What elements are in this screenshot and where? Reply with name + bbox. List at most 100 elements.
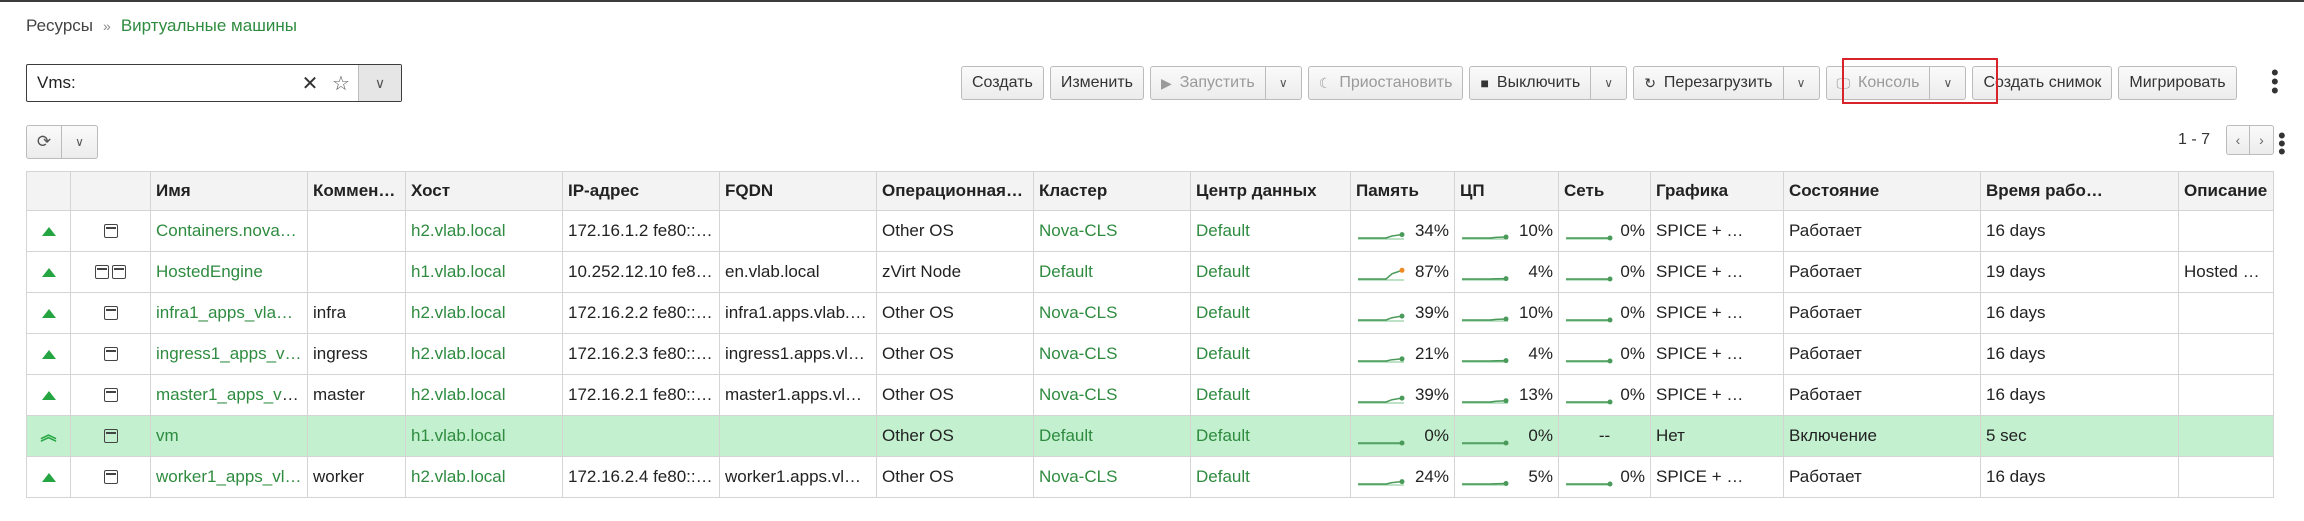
table-row[interactable]: ︽ vm h1.vlab.local Other OS Default Default 0%…	[26, 415, 2274, 457]
usage-sparkline	[1462, 234, 1509, 240]
datacenter-link[interactable]: Default	[1196, 385, 1250, 404]
reboot-button[interactable]: ↻ Перезагрузить	[1633, 66, 1784, 100]
col-ip[interactable]: IP-адрес	[562, 171, 720, 211]
snapshot-button[interactable]: Создать снимок	[1972, 66, 2113, 100]
refresh-button[interactable]: ⟳	[26, 125, 62, 159]
table-row[interactable]: infra1_apps_vla… infra h2.vlab.local 172.16…	[26, 292, 2274, 334]
bookmark-star-icon[interactable]: ☆	[324, 71, 358, 96]
vm-name-link[interactable]: worker1_apps_vl…	[156, 467, 302, 486]
search-dropdown-button[interactable]: ∨	[358, 65, 401, 101]
cluster-link[interactable]: Nova-CLS	[1039, 467, 1117, 486]
clear-icon[interactable]: ✕	[296, 71, 324, 96]
host-link[interactable]: h1.vlab.local	[411, 426, 506, 445]
uptime-cell: 19 days	[1980, 251, 2179, 293]
usage-sparkline	[1462, 316, 1509, 322]
host-link[interactable]: h2.vlab.local	[411, 467, 506, 486]
vm-name-link[interactable]: vm	[156, 426, 179, 445]
more-actions-kebab-icon[interactable]: • • •	[2271, 62, 2279, 102]
vm-name-link[interactable]: infra1_apps_vla…	[156, 303, 293, 322]
cluster-link[interactable]: Nova-CLS	[1039, 385, 1117, 404]
datacenter-link[interactable]: Default	[1196, 467, 1250, 486]
datacenter-link[interactable]: Default	[1196, 221, 1250, 240]
cluster-link[interactable]: Nova-CLS	[1039, 303, 1117, 322]
datacenter-link[interactable]: Default	[1196, 262, 1250, 281]
cluster-link[interactable]: Nova-CLS	[1039, 221, 1117, 240]
col-cpu[interactable]: ЦП	[1454, 171, 1559, 211]
datacenter-cell: Default	[1190, 251, 1351, 293]
reboot-dropdown-button[interactable]: ∨	[1783, 66, 1820, 100]
col-cluster[interactable]: Кластер	[1033, 171, 1191, 211]
migrate-button[interactable]: Мигрировать	[2118, 66, 2237, 100]
table-row[interactable]: HostedEngine h1.vlab.local 10.252.12.10 fe…	[26, 251, 2274, 293]
memory-cell: 24%	[1350, 456, 1455, 498]
col-network[interactable]: Сеть	[1558, 171, 1651, 211]
host-link[interactable]: h2.vlab.local	[411, 221, 506, 240]
monitor-icon: 🖵	[1836, 74, 1851, 91]
table-row[interactable]: master1_apps_vl… master h2.vlab.local 172.1…	[26, 374, 2274, 416]
col-datacenter[interactable]: Центр данных	[1190, 171, 1351, 211]
col-uptime[interactable]: Время рабо…	[1980, 171, 2179, 211]
host-link[interactable]: h2.vlab.local	[411, 344, 506, 363]
vm-name-link[interactable]: Containers.nova…	[156, 221, 297, 240]
usage-sparkline	[1566, 399, 1613, 405]
edit-button[interactable]: Изменить	[1049, 66, 1144, 100]
vm-name-link[interactable]: HostedEngine	[156, 262, 263, 281]
graphics-text: SPICE + …	[1656, 344, 1744, 363]
table-row[interactable]: ingress1_apps_v… ingress h2.vlab.local 172.…	[26, 333, 2274, 375]
fqdn-text: en.vlab.local	[725, 262, 820, 281]
cluster-link[interactable]: Nova-CLS	[1039, 344, 1117, 363]
table-row[interactable]: worker1_apps_vl… worker h2.vlab.local 172.1…	[26, 456, 2274, 498]
comment-cell	[307, 251, 406, 293]
fqdn-cell: ingress1.apps.vl…	[719, 333, 877, 375]
network-value: 0%	[1620, 385, 1645, 404]
col-name[interactable]: Имя	[150, 171, 308, 211]
datacenter-link[interactable]: Default	[1196, 303, 1250, 322]
top-border	[0, 0, 2304, 2]
run-label: Запустить	[1179, 74, 1255, 91]
refresh-dropdown-button[interactable]: ∨	[62, 125, 98, 159]
next-page-button[interactable]: ›	[2250, 125, 2275, 155]
cluster-link[interactable]: Default	[1039, 426, 1093, 445]
datacenter-link[interactable]: Default	[1196, 344, 1250, 363]
fqdn-text: ingress1.apps.vl…	[725, 344, 865, 363]
vm-name-link[interactable]: ingress1_apps_v…	[156, 344, 302, 363]
datacenter-cell: Default	[1190, 210, 1351, 252]
run-dropdown-button[interactable]: ∨	[1265, 66, 1302, 100]
datacenter-link[interactable]: Default	[1196, 426, 1250, 445]
vm-name-link[interactable]: master1_apps_vl…	[156, 385, 302, 404]
refresh-icon: ⟳	[36, 132, 52, 151]
vm-icon	[103, 347, 118, 361]
cpu-cell: 4%	[1454, 333, 1559, 375]
datacenter-cell: Default	[1190, 292, 1351, 334]
fqdn-cell: worker1.apps.vl…	[719, 456, 877, 498]
search-input[interactable]	[35, 72, 296, 94]
usage-sparkline	[1566, 235, 1613, 241]
col-host[interactable]: Хост	[405, 171, 563, 211]
col-memory[interactable]: Память	[1350, 171, 1455, 211]
host-link[interactable]: h2.vlab.local	[411, 303, 506, 322]
col-fqdn[interactable]: FQDN	[719, 171, 877, 211]
suspend-button[interactable]: ☾ Приостановить	[1307, 66, 1464, 100]
console-dropdown-button[interactable]: ∨	[1930, 66, 1967, 100]
shutdown-dropdown-button[interactable]: ∨	[1591, 66, 1628, 100]
cluster-link[interactable]: Default	[1039, 262, 1093, 281]
col-state[interactable]: Состояние	[1783, 171, 1981, 211]
breadcrumb-current: Виртуальные машины	[120, 16, 297, 35]
prev-page-button[interactable]: ‹	[2226, 125, 2251, 155]
col-os[interactable]: Операционная…	[876, 171, 1034, 211]
col-description[interactable]: Описание	[2178, 171, 2274, 211]
col-graphics[interactable]: Графика	[1650, 171, 1784, 211]
host-link[interactable]: h2.vlab.local	[411, 385, 506, 404]
usage-sparkline	[1566, 481, 1613, 487]
create-button[interactable]: Создать	[961, 66, 1044, 100]
table-row[interactable]: Containers.nova… h2.vlab.local 172.16.1.2 …	[26, 210, 2274, 252]
console-button[interactable]: 🖵 Консоль	[1825, 66, 1931, 100]
fqdn-cell	[719, 210, 877, 252]
run-button[interactable]: ▶ Запустить	[1149, 66, 1266, 100]
column-settings-kebab-icon[interactable]: • • •	[2278, 125, 2286, 163]
breadcrumb-resources[interactable]: Ресурсы	[26, 16, 93, 35]
shutdown-button[interactable]: ■ Выключить	[1469, 66, 1592, 100]
host-link[interactable]: h1.vlab.local	[411, 262, 506, 281]
col-comment[interactable]: Коммен…	[307, 171, 406, 211]
cpu-value: 13%	[1518, 385, 1553, 404]
